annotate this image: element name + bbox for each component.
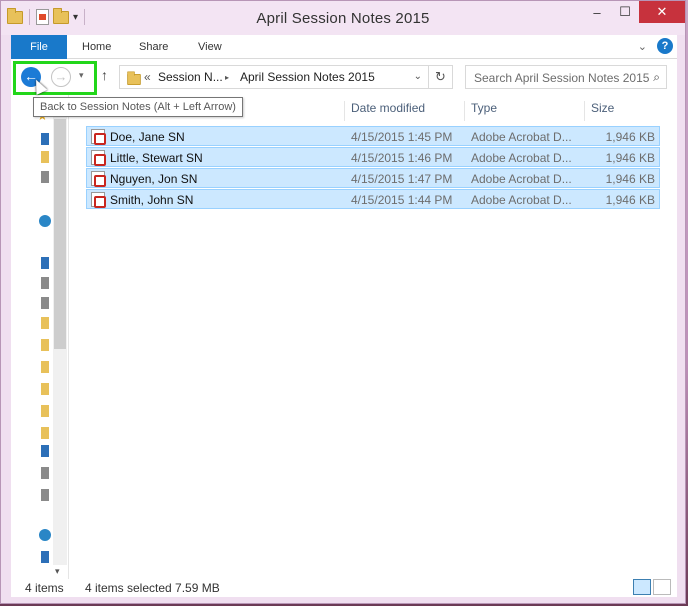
search-box[interactable]: Search April Session Notes 2015 ⌕ xyxy=(465,65,667,89)
file-type: Adobe Acrobat D... xyxy=(471,151,572,165)
file-name: Little, Stewart SN xyxy=(110,151,203,165)
file-name: Nguyen, Jon SN xyxy=(110,172,198,186)
search-icon[interactable]: ⌕ xyxy=(653,70,660,85)
file-row[interactable]: Little, Stewart SN 4/15/2015 1:46 PM Ado… xyxy=(86,147,660,167)
folder-icon[interactable] xyxy=(41,427,49,439)
file-size: 1,946 KB xyxy=(605,130,655,144)
folder-icon[interactable] xyxy=(41,405,49,417)
expand-ribbon-icon[interactable]: ⌄ xyxy=(638,40,647,53)
window-controls: – ☐ ✕ xyxy=(583,1,685,23)
column-header-size[interactable]: Size xyxy=(584,101,662,121)
view-switcher xyxy=(633,579,671,595)
ribbon-right-controls: ⌄ ? xyxy=(638,38,673,54)
folder-icon[interactable] xyxy=(41,151,49,163)
file-type: Adobe Acrobat D... xyxy=(471,172,572,186)
title-bar[interactable]: ▾ April Session Notes 2015 – ☐ ✕ xyxy=(1,1,685,35)
breadcrumb-overflow[interactable]: « xyxy=(144,70,151,84)
address-bar[interactable]: « Session N... ▸ April Session Notes 201… xyxy=(119,65,453,89)
tab-file[interactable]: File xyxy=(11,35,67,59)
file-date: 4/15/2015 1:44 PM xyxy=(351,193,453,207)
refresh-button[interactable]: ↻ xyxy=(428,66,452,88)
navpane-scroll-thumb[interactable] xyxy=(54,119,66,349)
large-icons-view-icon[interactable] xyxy=(653,579,671,595)
library-icon[interactable] xyxy=(41,489,49,501)
network-icon[interactable] xyxy=(39,529,51,541)
file-list[interactable]: Name Date modified Type Size Doe, Jane S… xyxy=(69,95,677,579)
column-header-type[interactable]: Type xyxy=(464,101,584,121)
tab-view[interactable]: View xyxy=(198,35,222,59)
selection-info: 4 items selected 7.59 MB xyxy=(85,581,220,595)
address-dropdown-icon[interactable]: ⌄ xyxy=(414,71,422,82)
folder-icon[interactable] xyxy=(41,383,49,395)
help-icon[interactable]: ? xyxy=(657,38,673,54)
breadcrumb-session-notes[interactable]: Session N... xyxy=(158,70,223,84)
search-input[interactable]: Search April Session Notes 2015 xyxy=(474,71,649,85)
ribbon-tabs: File Home Share View ⌄ ? xyxy=(11,35,677,59)
tab-share[interactable]: Share xyxy=(139,35,168,59)
library-icon[interactable] xyxy=(41,467,49,479)
folder-icon[interactable] xyxy=(41,361,49,373)
back-button-tooltip: Back to Session Notes (Alt + Left Arrow) xyxy=(33,97,243,117)
file-date: 4/15/2015 1:45 PM xyxy=(351,130,453,144)
file-date: 4/15/2015 1:46 PM xyxy=(351,151,453,165)
close-button[interactable]: ✕ xyxy=(639,1,685,23)
up-button[interactable]: ↑ xyxy=(101,67,108,83)
item-count: 4 items xyxy=(25,581,64,595)
file-row[interactable]: Nguyen, Jon SN 4/15/2015 1:47 PM Adobe A… xyxy=(86,168,660,188)
recent-places-icon[interactable] xyxy=(41,171,49,183)
file-row[interactable]: Doe, Jane SN 4/15/2015 1:45 PM Adobe Acr… xyxy=(86,126,660,146)
drive-icon[interactable] xyxy=(41,277,49,289)
breadcrumb-separator-icon[interactable]: ▸ xyxy=(225,73,229,82)
computer-icon[interactable] xyxy=(41,551,49,563)
breadcrumb-current-folder[interactable]: April Session Notes 2015 xyxy=(240,70,375,84)
status-bar: 4 items 4 items selected 7.59 MB xyxy=(11,579,677,597)
file-name: Doe, Jane SN xyxy=(110,130,185,144)
pdf-file-icon xyxy=(91,192,106,208)
file-type: Adobe Acrobat D... xyxy=(471,130,572,144)
forward-button[interactable]: → xyxy=(51,67,71,87)
minimize-button[interactable]: – xyxy=(583,1,611,23)
file-size: 1,946 KB xyxy=(605,151,655,165)
pdf-file-icon xyxy=(91,129,106,145)
navigation-bar: ← → ▾ ↑ « Session N... ▸ April Session N… xyxy=(11,59,677,95)
folder-icon[interactable] xyxy=(41,339,49,351)
pdf-file-icon xyxy=(91,150,106,166)
file-row[interactable]: Smith, John SN 4/15/2015 1:44 PM Adobe A… xyxy=(86,189,660,209)
file-size: 1,946 KB xyxy=(605,193,655,207)
homegroup-icon[interactable] xyxy=(39,215,51,227)
navigation-pane[interactable]: ★ ▾ xyxy=(11,95,69,579)
pdf-file-icon xyxy=(91,171,106,187)
drive-icon[interactable] xyxy=(41,297,49,309)
file-name: Smith, John SN xyxy=(110,193,194,207)
details-view-icon[interactable] xyxy=(633,579,651,595)
this-pc-icon[interactable] xyxy=(41,257,49,269)
folder-icon xyxy=(127,71,141,86)
maximize-button[interactable]: ☐ xyxy=(611,1,639,23)
folder-icon[interactable] xyxy=(41,317,49,329)
desktop-icon[interactable] xyxy=(41,133,49,145)
content-area: ★ ▾ Name Date modifi xyxy=(11,95,677,579)
tab-home[interactable]: Home xyxy=(82,35,111,59)
explorer-window: ▾ April Session Notes 2015 – ☐ ✕ File Ho… xyxy=(0,0,686,604)
file-date: 4/15/2015 1:47 PM xyxy=(351,172,453,186)
library-icon[interactable] xyxy=(41,445,49,457)
recent-locations-dropdown[interactable]: ▾ xyxy=(79,70,84,81)
column-header-date[interactable]: Date modified xyxy=(344,101,464,121)
file-size: 1,946 KB xyxy=(605,172,655,186)
file-type: Adobe Acrobat D... xyxy=(471,193,572,207)
scroll-down-icon[interactable]: ▾ xyxy=(55,566,60,577)
